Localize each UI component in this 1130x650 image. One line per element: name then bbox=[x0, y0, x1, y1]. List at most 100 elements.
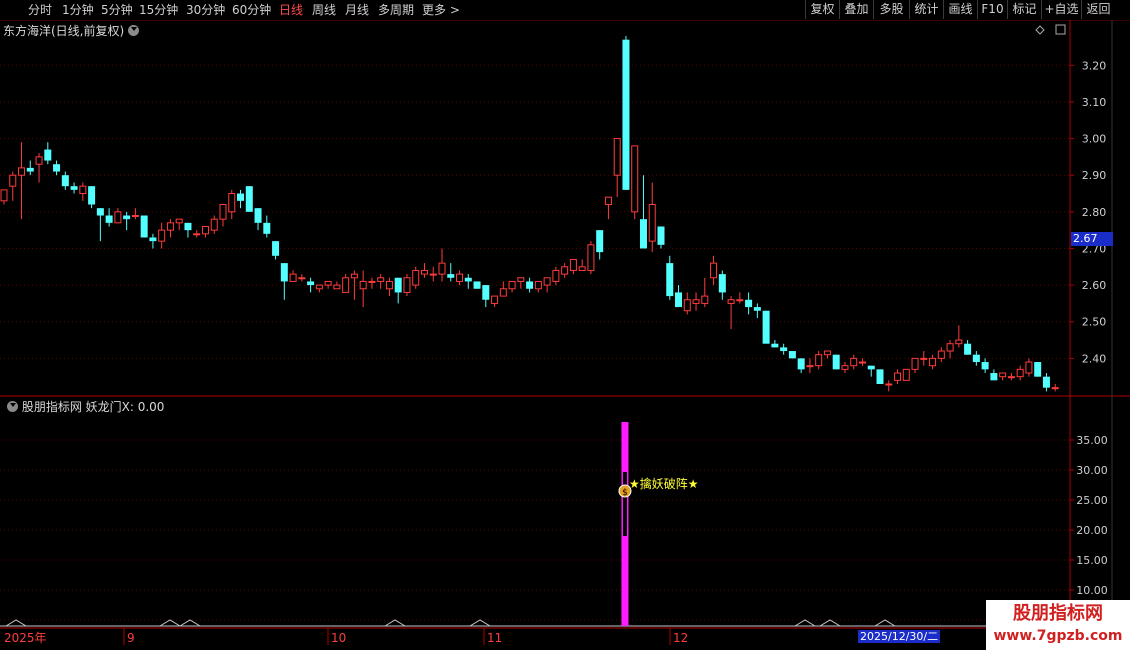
main-chart-title[interactable]: 东方海洋(日线,前复权) bbox=[3, 22, 140, 39]
candle-body bbox=[491, 295, 499, 304]
candle-body bbox=[894, 372, 902, 381]
candle-body bbox=[858, 361, 866, 364]
candle-body bbox=[219, 204, 227, 220]
candle-body bbox=[613, 138, 621, 176]
candle-body bbox=[350, 273, 358, 279]
period-toolbar: 分时 1分钟 5分钟 15分钟 30分钟 60分钟 日线 周线 月线 多周期 更多 > 复权 叠加 多股统… bbox=[0, 0, 1130, 21]
candle-body bbox=[780, 347, 788, 352]
period-tab-8[interactable]: 月线 bbox=[345, 1, 369, 19]
toolbar-button-5[interactable]: F10 bbox=[977, 0, 1007, 19]
candle-body bbox=[902, 368, 910, 381]
candle-body bbox=[333, 284, 341, 290]
candle-body bbox=[394, 277, 402, 293]
candle-body bbox=[517, 277, 525, 282]
period-tab-10[interactable]: 更多 > bbox=[422, 1, 460, 19]
chevron-down-icon[interactable] bbox=[128, 25, 140, 36]
candle-body bbox=[841, 365, 849, 370]
candle-body bbox=[412, 269, 420, 286]
candle-body bbox=[35, 156, 43, 165]
toolbar-button-0[interactable]: 复权 bbox=[805, 0, 839, 19]
period-tab-2[interactable]: 5分钟 bbox=[101, 1, 133, 19]
indicator-title-label: 股朋指标网 妖龙门X: 0.00 bbox=[21, 400, 165, 414]
candle-body bbox=[639, 219, 647, 249]
toolbar-button-4[interactable]: 画线 bbox=[943, 0, 977, 19]
candle-body bbox=[832, 354, 840, 370]
candle-body bbox=[771, 343, 779, 348]
candle-body bbox=[552, 269, 560, 282]
candle-body bbox=[438, 262, 446, 275]
toolbar-button-2[interactable]: 多股 bbox=[873, 0, 909, 19]
period-tab-1[interactable]: 1分钟 bbox=[62, 1, 94, 19]
period-tab-0[interactable]: 分时 bbox=[28, 1, 52, 19]
candle-body bbox=[403, 277, 411, 293]
candle-body bbox=[929, 357, 937, 367]
candle-body bbox=[0, 189, 8, 202]
candle-body bbox=[937, 350, 945, 359]
y-tick-label: 3.00 bbox=[1082, 133, 1107, 146]
candle-body bbox=[964, 343, 972, 355]
candle-body bbox=[149, 237, 157, 242]
candle-body bbox=[96, 208, 104, 216]
candle-body bbox=[885, 383, 893, 386]
period-tab-7[interactable]: 周线 bbox=[312, 1, 336, 19]
candle-body bbox=[70, 186, 78, 190]
cursor-date-badge: 2025/12/30/二 bbox=[858, 630, 941, 643]
candle-body bbox=[44, 149, 52, 161]
candle-body bbox=[210, 218, 218, 231]
candle-body bbox=[324, 280, 332, 286]
x-year-label: 2025年 bbox=[4, 631, 47, 645]
candle-body bbox=[228, 193, 236, 213]
toolbar-button-1[interactable]: 叠加 bbox=[839, 0, 873, 19]
toolbar-button-6[interactable]: 标记 bbox=[1007, 0, 1041, 19]
candle-body bbox=[604, 196, 612, 206]
chevron-down-icon[interactable] bbox=[7, 401, 18, 412]
baseline-wave bbox=[794, 619, 816, 627]
candle-body bbox=[1034, 362, 1042, 377]
toolbar-button-3[interactable]: 统计 bbox=[909, 0, 943, 19]
candle-body bbox=[377, 277, 385, 282]
candle-body bbox=[140, 215, 148, 238]
signal-label: ★擒妖破阵★ bbox=[629, 476, 699, 491]
candle-body bbox=[806, 365, 814, 368]
toolbar-button-7[interactable]: +自选 bbox=[1041, 0, 1081, 19]
y-tick-label: 35.00 bbox=[1076, 434, 1108, 447]
y-tick-label: 10.00 bbox=[1076, 584, 1108, 597]
candle-body bbox=[342, 277, 350, 293]
candle-body bbox=[543, 277, 551, 286]
candle-body bbox=[53, 164, 61, 172]
baseline-wave bbox=[819, 619, 841, 627]
candle-body bbox=[456, 273, 464, 282]
y-tick-label: 2.90 bbox=[1082, 169, 1107, 182]
candle-body bbox=[508, 280, 516, 290]
candle-body bbox=[692, 299, 700, 304]
period-tab-4[interactable]: 30分钟 bbox=[186, 1, 225, 19]
candle-body bbox=[920, 357, 928, 360]
toolbar-button-8[interactable]: 返回 bbox=[1081, 0, 1115, 19]
signal-bar-gap bbox=[622, 472, 627, 536]
candle-body bbox=[254, 208, 262, 223]
x-month-label: 12 bbox=[673, 631, 688, 645]
candle-body bbox=[596, 230, 604, 253]
candle-body bbox=[429, 273, 437, 276]
y-tick-label: 25.00 bbox=[1076, 494, 1108, 507]
candle-body bbox=[745, 299, 753, 308]
candle-body bbox=[526, 281, 534, 289]
candle-body bbox=[272, 241, 280, 256]
period-tab-9[interactable]: 多周期 bbox=[378, 1, 414, 19]
candle-body bbox=[298, 277, 306, 280]
candle-body bbox=[990, 373, 998, 381]
candle-body bbox=[368, 280, 376, 283]
period-tab-6[interactable]: 日线 bbox=[279, 1, 303, 19]
candle-body bbox=[385, 280, 393, 290]
candle-body bbox=[736, 299, 744, 302]
candle-body bbox=[867, 365, 875, 370]
indicator-title[interactable]: 股朋指标网 妖龙门X: 0.00 bbox=[3, 398, 164, 415]
candle-body bbox=[569, 258, 577, 271]
candle-body bbox=[999, 372, 1007, 378]
period-tab-3[interactable]: 15分钟 bbox=[139, 1, 178, 19]
candle-body bbox=[105, 215, 113, 223]
period-tab-5[interactable]: 60分钟 bbox=[232, 1, 271, 19]
y-tick-label: 30.00 bbox=[1076, 464, 1108, 477]
candle-body bbox=[420, 269, 428, 275]
candle-body bbox=[263, 222, 271, 234]
